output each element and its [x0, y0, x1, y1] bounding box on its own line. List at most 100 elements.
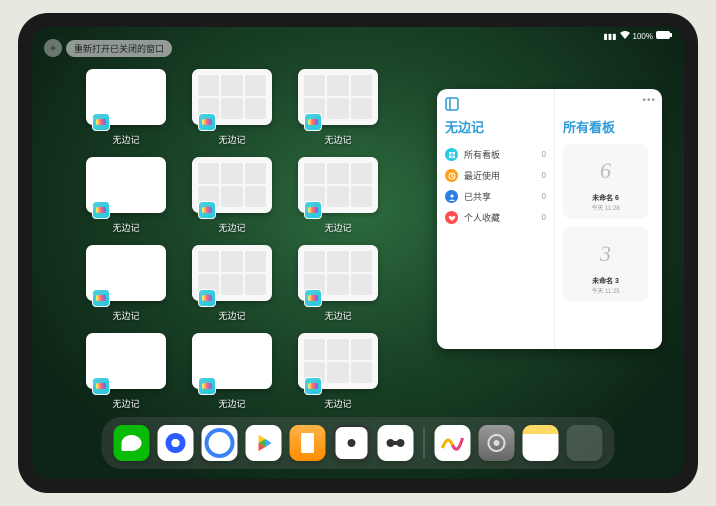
- battery-text: 100%: [633, 32, 653, 41]
- board-title: 未命名 3: [592, 276, 619, 286]
- window-label: 无边记: [112, 397, 139, 410]
- freeform-app-icon: [92, 377, 110, 395]
- dock-app-wechat[interactable]: [114, 425, 150, 461]
- window-thumbnail[interactable]: [192, 69, 272, 125]
- freeform-app-icon: [304, 377, 322, 395]
- ipad-device-frame: ▮▮▮ 100% + 重新打开已关闭的窗口 无边记无边记无边记无边记无边记无边记…: [18, 13, 698, 493]
- window-label: 无边记: [324, 397, 351, 410]
- freeform-app-icon: [92, 289, 110, 307]
- board-card[interactable]: 3 未命名 3今天 11:25: [563, 227, 648, 302]
- board-subtitle: 今天 11:28: [591, 203, 619, 212]
- window-tile[interactable]: 无边记: [188, 245, 276, 323]
- window-tile[interactable]: 无边记: [294, 333, 382, 411]
- window-label: 无边记: [112, 133, 139, 146]
- dock-app-settings[interactable]: [479, 425, 515, 461]
- freeform-app-icon: [198, 201, 216, 219]
- window-thumbnail[interactable]: [192, 333, 272, 389]
- board-subtitle: 今天 11:25: [591, 286, 619, 295]
- window-thumbnail[interactable]: [298, 245, 378, 301]
- sidebar-left-column: 无边记 所有看板 0 最近使用 0 已共享 0 个人收藏0: [437, 89, 554, 349]
- window-thumbnail[interactable]: [298, 157, 378, 213]
- sidebar-item-label: 所有看板: [464, 148, 500, 161]
- sidebar-item-count: 0: [542, 192, 546, 201]
- status-bar: ▮▮▮ 100%: [603, 31, 672, 41]
- sidebar-title: 无边记: [445, 117, 546, 136]
- wifi-icon: [620, 31, 630, 41]
- window-thumbnail[interactable]: [298, 69, 378, 125]
- boards-title: 所有看板: [563, 117, 654, 136]
- window-tile[interactable]: 无边记: [188, 157, 276, 235]
- app-switcher-grid: 无边记无边记无边记无边记无边记无边记无边记无边记无边记无边记无边记无边记: [82, 69, 382, 411]
- board-thumbnail: 3: [586, 234, 626, 274]
- window-label: 无边记: [112, 221, 139, 234]
- sidebar-item-heart[interactable]: 个人收藏0: [445, 207, 546, 228]
- top-toolbar: + 重新打开已关闭的窗口: [44, 39, 172, 57]
- window-label: 无边记: [324, 309, 351, 322]
- window-label: 无边记: [324, 133, 351, 146]
- window-thumbnail[interactable]: [86, 157, 166, 213]
- freeform-app-icon: [92, 201, 110, 219]
- window-label: 无边记: [324, 221, 351, 234]
- sidebar-item-label: 最近使用: [464, 169, 500, 182]
- board-card[interactable]: 6 未命名 6今天 11:28: [563, 144, 648, 219]
- window-tile[interactable]: 无边记: [294, 245, 382, 323]
- dock-app-cards[interactable]: [378, 425, 414, 461]
- sidebar-item-clock[interactable]: 最近使用 0: [445, 165, 546, 186]
- sidebar-item-grid[interactable]: 所有看板 0: [445, 144, 546, 165]
- signal-icon: ▮▮▮: [603, 32, 616, 41]
- dock-app-play[interactable]: [246, 425, 282, 461]
- dock-app-freeform[interactable]: [435, 425, 471, 461]
- window-tile[interactable]: 无边记: [294, 69, 382, 147]
- window-tile[interactable]: 无边记: [294, 157, 382, 235]
- dock-app-app-library[interactable]: [567, 425, 603, 461]
- dock-app-books[interactable]: [290, 425, 326, 461]
- grid-icon: [445, 148, 458, 161]
- sidebar-item-label: 已共享: [464, 190, 491, 203]
- freeform-app-icon: [304, 289, 322, 307]
- person-icon: [445, 190, 458, 203]
- dock-app-dice[interactable]: [334, 425, 370, 461]
- window-thumbnail[interactable]: [192, 245, 272, 301]
- new-window-button[interactable]: +: [44, 39, 62, 57]
- dock-app-qq[interactable]: [158, 425, 194, 461]
- window-thumbnail[interactable]: [86, 333, 166, 389]
- window-tile[interactable]: 无边记: [188, 69, 276, 147]
- board-title: 未命名 6: [592, 193, 619, 203]
- freeform-app-icon: [92, 113, 110, 131]
- reopen-closed-window-button[interactable]: 重新打开已关闭的窗口: [66, 40, 172, 57]
- sidebar-item-person[interactable]: 已共享 0: [445, 186, 546, 207]
- screen: ▮▮▮ 100% + 重新打开已关闭的窗口 无边记无边记无边记无边记无边记无边记…: [32, 27, 684, 479]
- sidebar-item-label: 个人收藏: [464, 211, 500, 224]
- dock-app-notes[interactable]: [523, 425, 559, 461]
- dock: [102, 417, 615, 469]
- window-label: 无边记: [112, 309, 139, 322]
- freeform-app-icon: [198, 289, 216, 307]
- sidebar-item-count: 0: [542, 171, 546, 180]
- window-tile[interactable]: 无边记: [188, 333, 276, 411]
- freeform-app-icon: [304, 201, 322, 219]
- freeform-app-icon: [198, 377, 216, 395]
- window-tile[interactable]: 无边记: [82, 333, 170, 411]
- window-thumbnail[interactable]: [86, 245, 166, 301]
- dock-app-quark[interactable]: [202, 425, 238, 461]
- more-icon[interactable]: •••: [642, 95, 656, 106]
- sidebar-right-column: ••• 所有看板 6 未命名 6今天 11:28 3 未命名 3今天 11:25: [554, 89, 662, 349]
- freeform-app-icon: [198, 113, 216, 131]
- window-label: 无边记: [218, 397, 245, 410]
- heart-icon: [445, 211, 458, 224]
- sidebar-icon[interactable]: [445, 97, 459, 111]
- window-thumbnail[interactable]: [298, 333, 378, 389]
- window-tile[interactable]: 无边记: [82, 157, 170, 235]
- window-thumbnail[interactable]: [192, 157, 272, 213]
- window-tile[interactable]: 无边记: [82, 245, 170, 323]
- freeform-sidebar-window[interactable]: 无边记 所有看板0最近使用0已共享0个人收藏0 ••• 所有看板 6未命名 6今…: [437, 89, 662, 349]
- window-thumbnail[interactable]: [86, 69, 166, 125]
- battery-icon: [656, 31, 672, 41]
- window-label: 无边记: [218, 133, 245, 146]
- board-thumbnail: 6: [586, 151, 626, 191]
- window-tile[interactable]: 无边记: [82, 69, 170, 147]
- window-label: 无边记: [218, 221, 245, 234]
- window-label: 无边记: [218, 309, 245, 322]
- sidebar-item-count: 0: [542, 150, 546, 159]
- freeform-app-icon: [304, 113, 322, 131]
